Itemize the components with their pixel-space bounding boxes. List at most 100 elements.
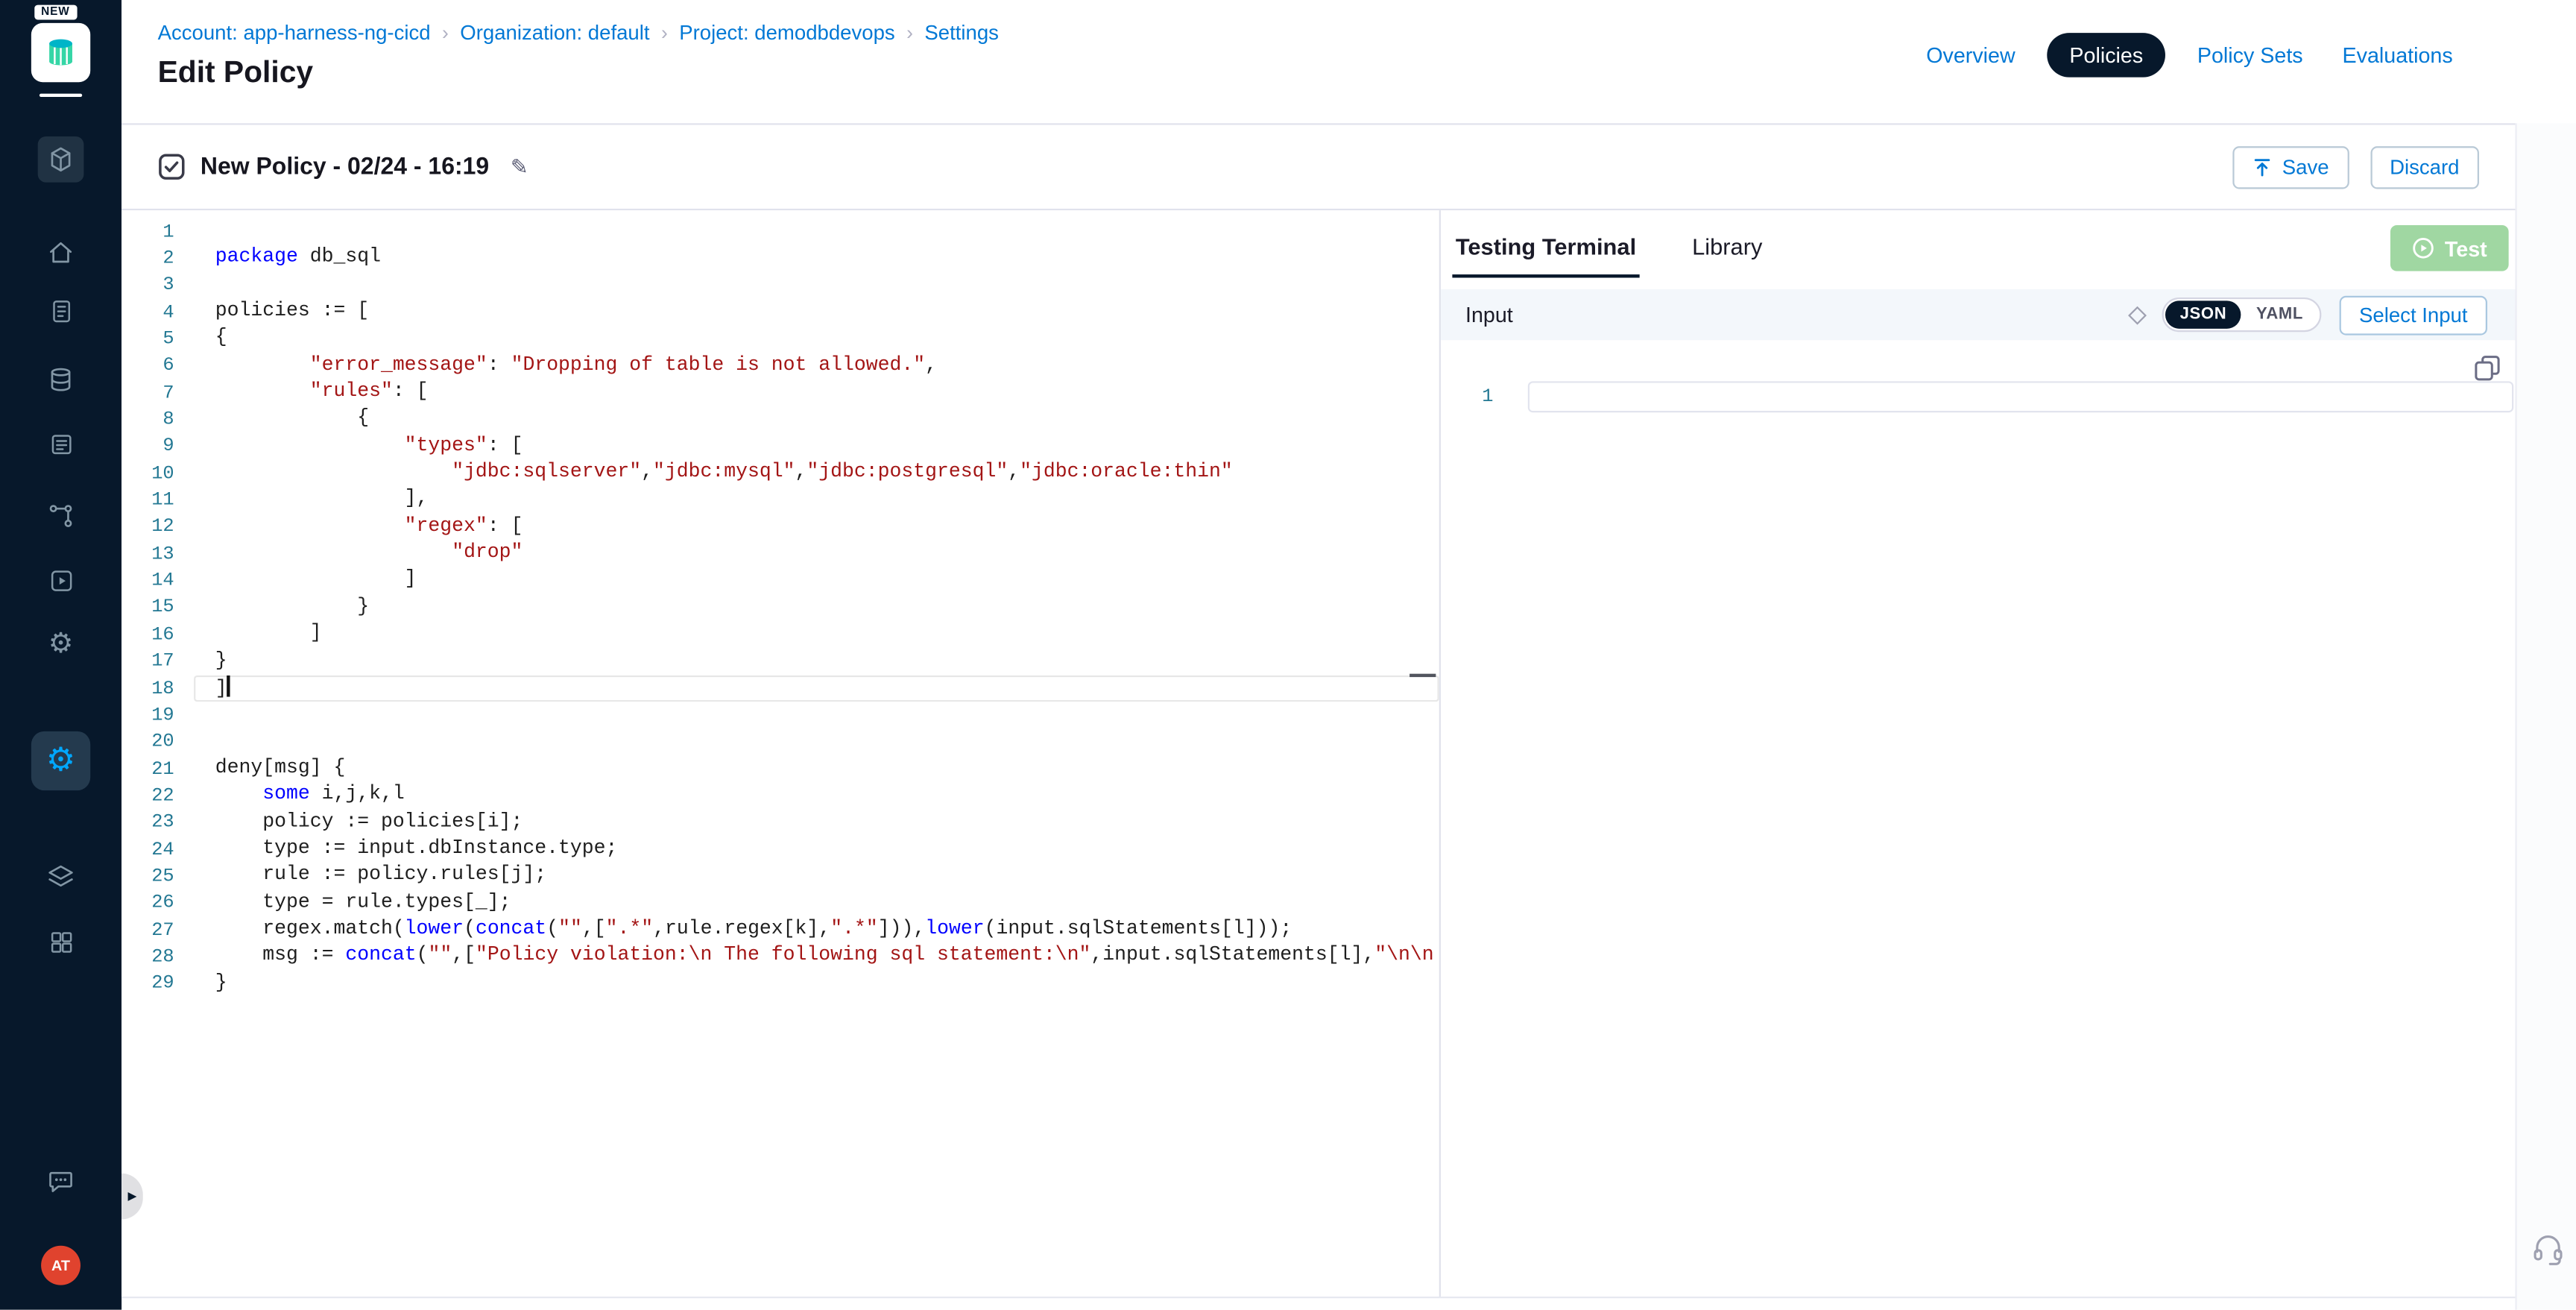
code-line-1[interactable]: 1 [121,218,1439,245]
line-number: 28 [121,946,194,968]
diamond-icon[interactable] [2128,306,2147,324]
new-badge: NEW [34,5,76,20]
pipeline-icon [46,501,76,531]
code-line-16[interactable]: 16 ] [121,621,1439,648]
code-line-26[interactable]: 26 type = rule.types[_]; [121,890,1439,917]
sidebar-item-executions[interactable] [42,562,78,598]
sidebar-item-modules[interactable] [38,136,84,183]
format-option-yaml[interactable]: YAML [2241,300,2318,328]
code-line-8[interactable]: 8 { [121,406,1439,433]
support-headset-icon[interactable] [2531,1232,2564,1265]
save-button[interactable]: Save [2233,145,2349,188]
code-line-4[interactable]: 4policies := [ [121,299,1439,326]
chat-icon [46,1167,76,1197]
select-input-button[interactable]: Select Input [2340,295,2487,335]
breadcrumb-link-organization[interactable]: Organization: default [460,22,649,45]
sidebar-item-layers[interactable] [42,860,78,895]
page-title: Edit Policy [158,54,313,90]
sidebar-item-catalog[interactable] [42,426,78,462]
code-text: ] [194,621,1439,648]
line-number: 23 [121,812,194,834]
code-line-14[interactable]: 14 ] [121,567,1439,594]
list-icon [47,429,75,457]
avatar[interactable]: AT [41,1246,80,1285]
line-number: 11 [121,490,194,511]
edit-pencil-icon[interactable]: ✎ [511,154,528,180]
code-line-27[interactable]: 27 regex.match(lower(concat("",[".*",rul… [121,917,1439,944]
tab-evaluations[interactable]: Evaluations [2334,33,2461,78]
sidebar-item-pipelines[interactable] [42,498,78,534]
sidebar-item-databases[interactable] [42,362,78,397]
code-line-22[interactable]: 22 some i,j,k,l [121,783,1439,810]
code-text: rule := policy.rules[j]; [194,863,1439,890]
breadcrumb-separator-icon: › [906,22,913,45]
code-line-3[interactable]: 3 [121,272,1439,299]
line-number: 17 [121,651,194,673]
tab-overview[interactable]: Overview [1918,33,2023,78]
code-text: some i,j,k,l [194,783,1439,810]
code-text: } [194,594,1439,621]
code-line-11[interactable]: 11 ], [121,487,1439,514]
code-line-28[interactable]: 28 msg := concat("",["Policy violation:\… [121,944,1439,971]
line-number: 4 [121,302,194,324]
code-line-20[interactable]: 20 [121,729,1439,756]
tab-library[interactable]: Library [1689,233,1766,278]
harness-logo[interactable] [31,23,90,82]
tab-policy-sets[interactable]: Policy Sets [2189,33,2311,78]
code-line-24[interactable]: 24 type := input.dbInstance.type; [121,837,1439,863]
settings-gear-icon: ⚙ [46,744,76,777]
input-label: Input [1465,303,1513,327]
code-text: policies := [ [194,299,1439,326]
top-header: Account: app-harness-ng-cicd › Organizatio… [121,0,2576,123]
policy-actions: Save Discard [2233,145,2479,188]
code-text: ] [194,676,1439,702]
code-line-18[interactable]: 18] [121,676,1439,702]
code-text: } [194,971,1439,998]
code-text [194,272,1439,299]
code-editor-panel[interactable]: 12package db_sql34policies := [5{6 "erro… [121,210,1439,1297]
tab-policies[interactable]: Policies [2047,33,2166,78]
breadcrumb-link-account[interactable]: Account: app-harness-ng-cicd [158,22,431,45]
format-option-json[interactable]: JSON [2165,300,2241,328]
tab-testing-terminal[interactable]: Testing Terminal [1452,233,1639,278]
sidebar-item-home[interactable] [42,235,78,271]
code-line-25[interactable]: 25 rule := policy.rules[j]; [121,863,1439,890]
code-line-17[interactable]: 17} [121,649,1439,676]
line-number: 16 [121,624,194,646]
database-icon [46,365,76,394]
format-toggle: JSONYAML [2162,297,2321,332]
code-line-2[interactable]: 2package db_sql [121,245,1439,272]
sidebar-item-settings-active[interactable]: ⚙ [31,731,90,790]
policy-name: New Policy - 02/24 - 16:19 [201,154,489,180]
breadcrumb-link-settings[interactable]: Settings [924,22,999,45]
code-line-6[interactable]: 6 "error_message": "Dropping of table is… [121,353,1439,380]
line-number: 5 [121,329,194,350]
text-cursor [227,676,230,697]
code-line-23[interactable]: 23 policy := policies[i]; [121,810,1439,837]
discard-button[interactable]: Discard [2370,145,2479,188]
play-circle-icon [2412,236,2435,259]
sidebar-item-records[interactable] [42,292,78,328]
breadcrumb: Account: app-harness-ng-cicd › Organizatio… [158,22,999,45]
code-line-29[interactable]: 29} [121,971,1439,998]
code-line-7[interactable]: 7 "rules": [ [121,380,1439,406]
code-text: "rules": [ [194,380,1439,406]
code-line-9[interactable]: 9 "types": [ [121,433,1439,460]
sidebar-item-chat[interactable] [42,1163,78,1199]
line-number: 19 [121,705,194,726]
line-number: 6 [121,356,194,377]
code-line-10[interactable]: 10 "jdbc:sqlserver","jdbc:mysql","jdbc:p… [121,460,1439,487]
test-button[interactable]: Test [2390,225,2509,271]
copy-icon[interactable] [2474,355,2500,381]
breadcrumb-link-project[interactable]: Project: demodbdevops [679,22,894,45]
code-line-12[interactable]: 12 "regex": [ [121,514,1439,541]
code-line-19[interactable]: 19 [121,702,1439,729]
code-line-13[interactable]: 13 "drop" [121,541,1439,567]
input-editor-current-line[interactable] [1528,381,2513,412]
sidebar-item-gear[interactable]: ⚙ [42,625,78,661]
code-line-15[interactable]: 15 } [121,594,1439,621]
code-line-5[interactable]: 5{ [121,326,1439,353]
code-line-21[interactable]: 21deny[msg] { [121,756,1439,783]
right-strip [2515,123,2576,1309]
sidebar-item-organizations[interactable] [42,924,78,960]
